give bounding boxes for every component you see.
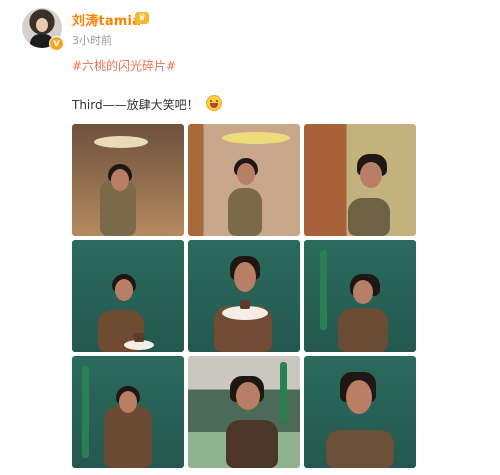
cake-slice [240, 300, 250, 309]
crown-icon: ♛ [135, 12, 149, 24]
person-body [326, 430, 394, 468]
person-head [237, 163, 255, 185]
person-body [228, 188, 262, 236]
photo-4[interactable] [72, 240, 184, 352]
photo-7[interactable] [72, 356, 184, 468]
cake-slice [134, 333, 144, 342]
photo-5[interactable] [188, 240, 300, 352]
lamp-shape [222, 132, 290, 144]
username-link[interactable]: 刘涛tamia [72, 10, 141, 29]
person-body [338, 308, 388, 352]
photo-grid [72, 124, 416, 468]
topic-link[interactable]: #六桃的闪光碎片# [72, 57, 176, 74]
photo-3[interactable] [304, 124, 416, 236]
cactus-shape [82, 366, 89, 458]
post-text: Third——放肆大笑吧！ [72, 98, 199, 112]
person-body [226, 420, 278, 468]
person-body [104, 406, 152, 468]
laughing-emoji-icon [206, 95, 222, 111]
post-time[interactable]: 3小时前 [72, 32, 112, 48]
person-head [115, 279, 133, 301]
person-head [346, 380, 372, 414]
verified-badge-icon: V [49, 36, 64, 51]
photo-6[interactable] [304, 240, 416, 352]
photo-8[interactable] [188, 356, 300, 468]
photo-2[interactable] [188, 124, 300, 236]
person-head [111, 169, 129, 191]
person-head [353, 280, 373, 304]
person-head [360, 162, 382, 188]
photo-9[interactable] [304, 356, 416, 468]
cactus-shape [280, 362, 287, 422]
cactus-shape [320, 250, 327, 330]
photo-1[interactable] [72, 124, 184, 236]
person-head [119, 391, 137, 413]
lamp-shape [94, 136, 148, 148]
cake-plate [222, 300, 268, 320]
person-head [234, 262, 256, 292]
person-head [236, 382, 260, 410]
cake-plate [124, 333, 154, 350]
person-body [348, 198, 390, 236]
avatar-face [36, 18, 48, 32]
